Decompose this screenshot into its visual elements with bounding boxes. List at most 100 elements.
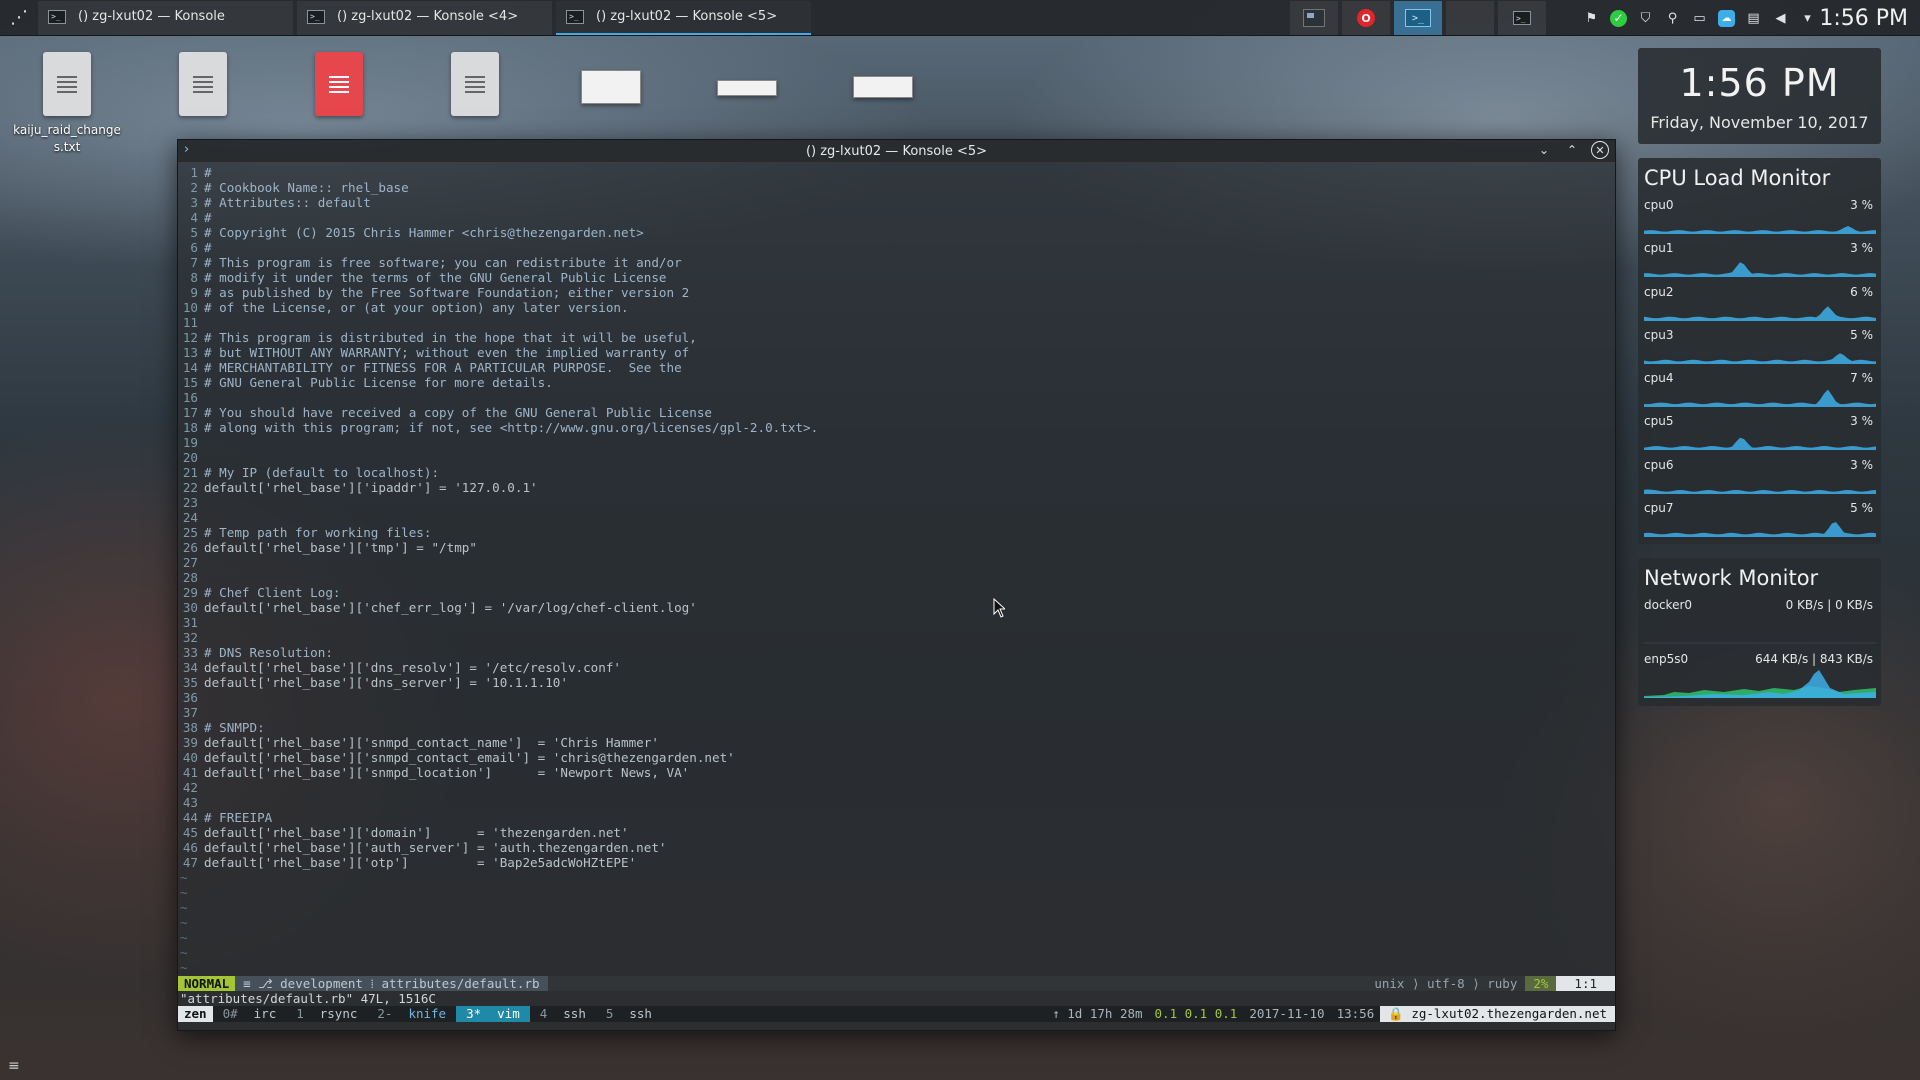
code-line[interactable]: 24 xyxy=(178,510,1615,525)
display-icon[interactable]: ▭ xyxy=(1691,10,1708,27)
cpu-row-cpu1: cpu1 3 % xyxy=(1644,241,1877,284)
code-line[interactable]: 34 default['rhel_base']['dns_resolv'] = '… xyxy=(178,660,1615,675)
code-line[interactable]: 13 # but WITHOUT ANY WARRANTY; without ev… xyxy=(178,345,1615,360)
code-line[interactable]: 44 # FREEIPA xyxy=(178,810,1615,825)
code-line[interactable]: 3 # Attributes:: default xyxy=(178,195,1615,210)
code-line[interactable]: 38 # SNMPD: xyxy=(178,720,1615,735)
window-titlebar[interactable]: › () zg-lxut02 — Konsole <5> ⌄ ⌃ ✕ xyxy=(178,140,1615,162)
code-text: default['rhel_base']['snmpd_contact_name… xyxy=(204,735,659,750)
desktop-file[interactable] xyxy=(828,52,938,98)
code-line[interactable]: 43 xyxy=(178,795,1615,810)
desktop-file[interactable] xyxy=(284,52,394,116)
code-line[interactable]: 25 # Temp path for working files: xyxy=(178,525,1615,540)
task-konsole-4[interactable]: >_ () zg-lxut02 — Konsole <4> xyxy=(297,0,552,35)
code-line[interactable]: 5 # Copyright (C) 2015 Chris Hammer <chri… xyxy=(178,225,1615,240)
code-line[interactable]: 12 # This program is distributed in the h… xyxy=(178,330,1615,345)
code-line[interactable]: 42 xyxy=(178,780,1615,795)
code-line[interactable]: 27 xyxy=(178,555,1615,570)
code-line[interactable]: 41 default['rhel_base']['snmpd_location']… xyxy=(178,765,1615,780)
code-line[interactable]: 28 xyxy=(178,570,1615,585)
task-konsole-1[interactable]: >_ () zg-lxut02 — Konsole xyxy=(38,0,293,35)
taskbar-clock[interactable]: 1:56 PM xyxy=(1819,0,1908,36)
cpu-name: cpu3 xyxy=(1644,327,1674,342)
vim-editor[interactable]: 1 #2 # Cookbook Name:: rhel_base 3 # Attribu… xyxy=(178,162,1615,975)
code-line[interactable]: 36 xyxy=(178,690,1615,705)
tmux-window[interactable]: 5 ssh xyxy=(596,1006,662,1022)
code-line[interactable]: 39 default['rhel_base']['snmpd_contact_na… xyxy=(178,735,1615,750)
tmux-time: 13:56 xyxy=(1336,1006,1375,1021)
tmux-window-active[interactable]: 3* vim xyxy=(456,1006,530,1022)
desktop-file[interactable] xyxy=(420,52,530,116)
code-line[interactable]: 2 # Cookbook Name:: rhel_base xyxy=(178,180,1615,195)
window-menu-icon[interactable]: › xyxy=(184,142,189,157)
code-line[interactable]: 30 default['rhel_base']['chef_err_log'] =… xyxy=(178,600,1615,615)
text-file-icon xyxy=(451,52,499,116)
digital-clock-widget[interactable]: 1:56 PM Friday, November 10, 2017 xyxy=(1638,48,1881,144)
code-line[interactable]: 16 xyxy=(178,390,1615,405)
window-name: knife xyxy=(408,1006,447,1021)
code-line[interactable]: 15 # GNU General Public License for more … xyxy=(178,375,1615,390)
code-line[interactable]: 20 xyxy=(178,450,1615,465)
code-line[interactable]: 11 xyxy=(178,315,1615,330)
tmux-session: zen xyxy=(178,1006,213,1022)
minimize-icon[interactable]: ⌄ xyxy=(1535,141,1553,159)
desktop-menu-icon[interactable]: ≡ xyxy=(8,1058,20,1074)
code-line[interactable]: 31 xyxy=(178,615,1615,630)
code-line[interactable]: 46 default['rhel_base']['auth_server'] = … xyxy=(178,840,1615,855)
code-line[interactable]: 32 xyxy=(178,630,1615,645)
line-number: 2 xyxy=(190,180,198,195)
tmux-window[interactable]: 0# irc xyxy=(213,1006,287,1022)
shield-icon[interactable]: ⛉ xyxy=(1637,10,1654,27)
code-line[interactable]: 18 # along with this program; if not, see… xyxy=(178,420,1615,435)
clipboard-icon[interactable]: ▤ xyxy=(1745,10,1762,27)
file-type: ruby xyxy=(1487,976,1518,991)
empty-launcher[interactable] xyxy=(1446,1,1494,35)
opera-launcher[interactable]: O xyxy=(1342,1,1390,35)
code-line[interactable]: 29 # Chef Client Log: xyxy=(178,585,1615,600)
code-line[interactable]: 9 # as published by the Free Software Fou… xyxy=(178,285,1615,300)
cloud-icon[interactable]: ☁ xyxy=(1718,9,1735,27)
terminal-icon: >_ xyxy=(1513,11,1531,25)
network-icon[interactable]: ⚲ xyxy=(1664,10,1681,27)
code-line[interactable]: 19 xyxy=(178,435,1615,450)
code-line[interactable]: 1 # xyxy=(178,165,1615,180)
code-line[interactable]: 6 # xyxy=(178,240,1615,255)
expand-tray-icon[interactable]: ▾ xyxy=(1799,10,1816,27)
desktop-file[interactable] xyxy=(148,52,258,116)
terminal-launcher[interactable]: >_ xyxy=(1498,1,1546,35)
tmux-window[interactable]: 4 ssh xyxy=(530,1006,596,1022)
code-line[interactable]: 26 default['rhel_base']['tmp'] = "/tmp" xyxy=(178,540,1615,555)
code-line[interactable]: 37 xyxy=(178,705,1615,720)
code-line[interactable]: 23 xyxy=(178,495,1615,510)
code-line[interactable]: 47 default['rhel_base']['otp'] = 'Bap2e5a… xyxy=(178,855,1615,870)
code-line[interactable]: 21 # My IP (default to localhost): xyxy=(178,465,1615,480)
code-line[interactable]: 33 # DNS Resolution: xyxy=(178,645,1615,660)
code-line[interactable]: 45 default['rhel_base']['domain'] = 'thez… xyxy=(178,825,1615,840)
desktop-file[interactable]: kaiju_raid_changes.txt xyxy=(12,52,122,156)
line-number: 16 xyxy=(182,390,198,405)
code-line[interactable]: 35 default['rhel_base']['dns_server'] = '… xyxy=(178,675,1615,690)
tmux-window[interactable]: 1 rsync xyxy=(286,1006,367,1022)
code-line[interactable]: 4 # xyxy=(178,210,1615,225)
updates-ok-icon[interactable]: ✓ xyxy=(1610,9,1627,27)
desktop-file[interactable] xyxy=(556,52,666,104)
cpu-graph-cpu3 xyxy=(1644,353,1876,364)
tmux-window[interactable]: 2- knife xyxy=(367,1006,456,1022)
code-line[interactable]: 22 default['rhel_base']['ipaddr'] = '127.… xyxy=(178,480,1615,495)
code-line[interactable]: 17 # You should have received a copy of t… xyxy=(178,405,1615,420)
konsole-launcher[interactable]: >_ xyxy=(1394,1,1442,35)
quick-launch: O >_ >_ xyxy=(1290,0,1546,36)
code-line[interactable]: 7 # This program is free software; you ca… xyxy=(178,255,1615,270)
code-line[interactable]: 8 # modify it under the terms of the GNU … xyxy=(178,270,1615,285)
virtual-desktop-pager[interactable] xyxy=(1290,1,1338,35)
code-line[interactable]: 14 # MERCHANTABILITY or FITNESS FOR A PAR… xyxy=(178,360,1615,375)
volume-icon[interactable]: ◀ xyxy=(1772,10,1789,27)
maximize-icon[interactable]: ⌃ xyxy=(1563,141,1581,159)
close-icon[interactable]: ✕ xyxy=(1591,141,1609,159)
notifications-icon[interactable]: ⚑ xyxy=(1583,10,1600,27)
task-konsole-5[interactable]: >_ () zg-lxut02 — Konsole <5> xyxy=(556,1,811,35)
code-line[interactable]: 40 default['rhel_base']['snmpd_contact_em… xyxy=(178,750,1615,765)
application-launcher-icon[interactable]: ⋰ xyxy=(0,0,38,36)
desktop-file[interactable] xyxy=(692,52,802,96)
code-line[interactable]: 10 # of the License, or (at your option) … xyxy=(178,300,1615,315)
